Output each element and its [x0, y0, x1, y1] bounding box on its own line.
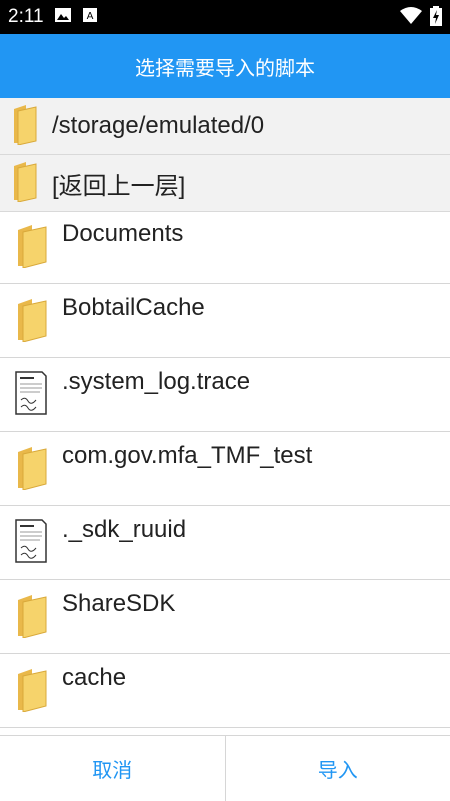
list-item[interactable]: BobtailCache — [0, 284, 450, 358]
battery-icon — [430, 6, 442, 30]
current-path-label: /storage/emulated/0 — [52, 112, 264, 140]
item-name: ShareSDK — [62, 590, 175, 618]
keyboard-notification-icon: A — [82, 7, 98, 27]
folder-icon — [14, 296, 48, 346]
cancel-button[interactable]: 取消 — [0, 736, 225, 801]
image-notification-icon — [54, 7, 72, 27]
document-icon — [14, 370, 48, 420]
file-list: Documents BobtailCache .system_log.trace… — [0, 210, 450, 728]
list-item[interactable]: Documents — [0, 210, 450, 284]
item-name: BobtailCache — [62, 294, 205, 322]
import-button[interactable]: 导入 — [226, 736, 450, 801]
svg-text:A: A — [86, 11, 93, 22]
folder-icon — [12, 103, 38, 149]
item-name: .system_log.trace — [62, 368, 250, 396]
item-name: Documents — [62, 220, 183, 248]
page-title: 选择需要导入的脚本 — [135, 52, 315, 81]
list-item[interactable]: cache — [0, 654, 450, 728]
current-path-row: /storage/emulated/0 — [0, 98, 450, 155]
folder-icon — [14, 222, 48, 272]
list-item[interactable]: .system_log.trace — [0, 358, 450, 432]
cancel-label: 取消 — [92, 754, 132, 783]
import-label: 导入 — [318, 754, 358, 783]
list-item[interactable]: ._sdk_ruuid — [0, 506, 450, 580]
list-item[interactable]: com.gov.mfa_TMF_test — [0, 432, 450, 506]
wifi-icon — [400, 7, 422, 29]
item-name: cache — [62, 664, 126, 692]
item-name: ._sdk_ruuid — [62, 516, 186, 544]
go-up-label: [返回上一层] — [52, 166, 185, 201]
item-name: com.gov.mfa_TMF_test — [62, 442, 312, 470]
folder-icon — [12, 160, 38, 206]
document-icon — [14, 518, 48, 568]
folder-icon — [14, 444, 48, 494]
status-bar: 2:11 A — [0, 0, 450, 34]
folder-icon — [14, 592, 48, 642]
dialog-title: 选择需要导入的脚本 — [0, 34, 450, 98]
folder-icon — [14, 666, 48, 716]
status-time: 2:11 — [8, 6, 44, 28]
dialog-buttons: 取消 导入 — [0, 735, 450, 801]
go-up-row[interactable]: [返回上一层] — [0, 155, 450, 212]
list-item[interactable]: ShareSDK — [0, 580, 450, 654]
